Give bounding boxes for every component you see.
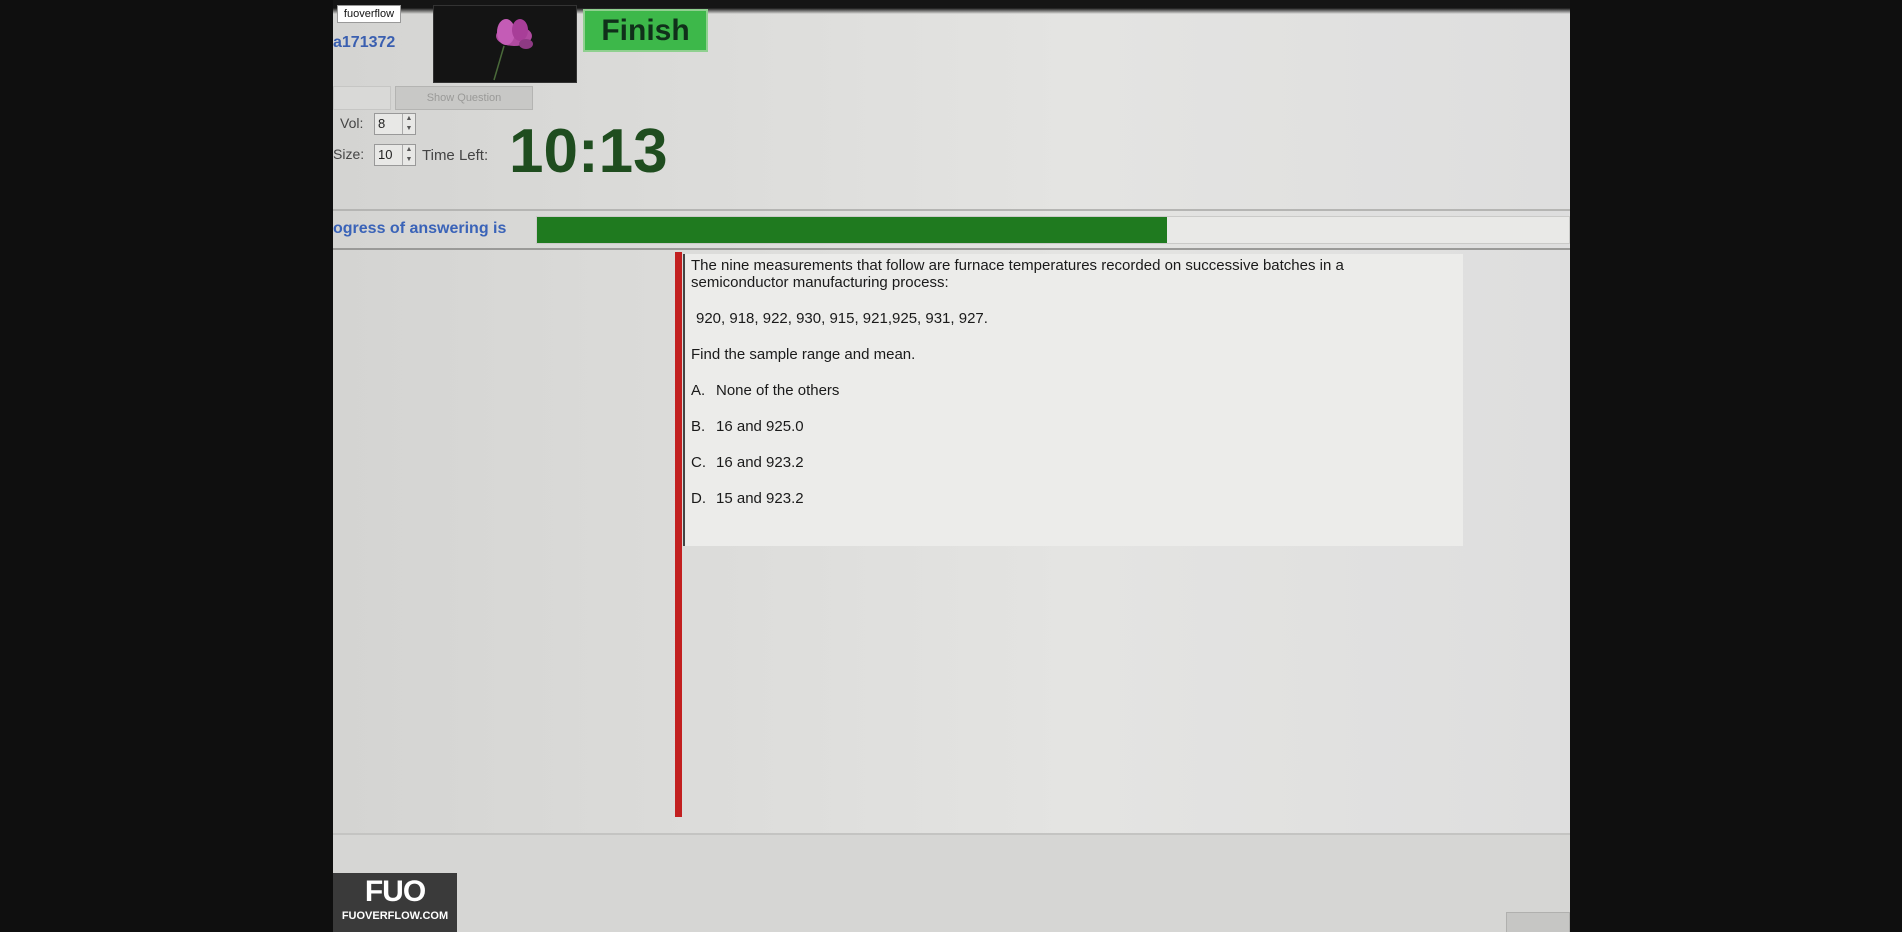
show-question-button[interactable]: Show Question	[395, 86, 533, 110]
divider	[333, 248, 1570, 250]
question-text: The nine measurements that follow are fu…	[691, 257, 1344, 291]
fuoverflow-logo: FUO FUOVERFLOW.COM	[333, 873, 457, 932]
size-stepper[interactable]: 10 ▲ ▼	[374, 144, 416, 166]
vol-stepper[interactable]: 8 ▲ ▼	[374, 113, 416, 135]
logo-sub: FUOVERFLOW.COM	[341, 910, 449, 922]
option-text: 16 and 923.2	[716, 454, 804, 471]
option-text: None of the others	[716, 382, 840, 399]
answer-splitter[interactable]	[675, 252, 682, 817]
divider	[333, 209, 1570, 211]
question-panel: The nine measurements that follow are fu…	[683, 254, 1463, 546]
logo-mark: FUO	[364, 875, 426, 908]
option-d: D. 15 and 923.2	[691, 490, 804, 507]
option-text: 16 and 925.0	[716, 418, 804, 435]
option-b: B. 16 and 925.0	[691, 418, 804, 435]
spin-arrows-icon[interactable]: ▲ ▼	[402, 114, 415, 134]
option-letter: B.	[691, 418, 706, 435]
time-left-label: Time Left:	[422, 147, 489, 164]
option-letter: C.	[691, 454, 706, 471]
option-letter: D.	[691, 490, 706, 507]
question-data: 920, 918, 922, 930, 915, 921,925, 931, 9…	[696, 310, 988, 327]
progress-label: ogress of answering is	[333, 220, 507, 237]
bottom-bar	[333, 835, 1570, 932]
option-letter: A.	[691, 382, 706, 399]
finish-button[interactable]: Finish	[583, 9, 708, 52]
exam-window: a171372 Finish Show Question Vol: 8 ▲ ▼ S…	[333, 0, 1570, 932]
vol-label: Vol:	[340, 115, 364, 131]
progress-fill	[537, 217, 1167, 243]
next-button[interactable]	[1506, 912, 1570, 932]
flower-image	[433, 5, 577, 83]
question-prompt: Find the sample range and mean.	[691, 346, 916, 363]
size-label: Size:	[333, 146, 365, 162]
user-id-label: a171372	[333, 34, 396, 51]
countdown-timer: 10:13	[509, 117, 668, 186]
size-value: 10	[378, 147, 393, 162]
watermark-label: fuoverflow	[337, 5, 401, 23]
option-text: 15 and 923.2	[716, 490, 804, 507]
option-c: C. 16 and 923.2	[691, 454, 804, 471]
spin-arrows-icon[interactable]: ▲ ▼	[402, 145, 415, 165]
vol-value: 8	[378, 116, 386, 131]
option-a: A. None of the others	[691, 382, 839, 399]
question-number-input[interactable]	[333, 86, 391, 110]
progress-bar	[536, 216, 1570, 244]
